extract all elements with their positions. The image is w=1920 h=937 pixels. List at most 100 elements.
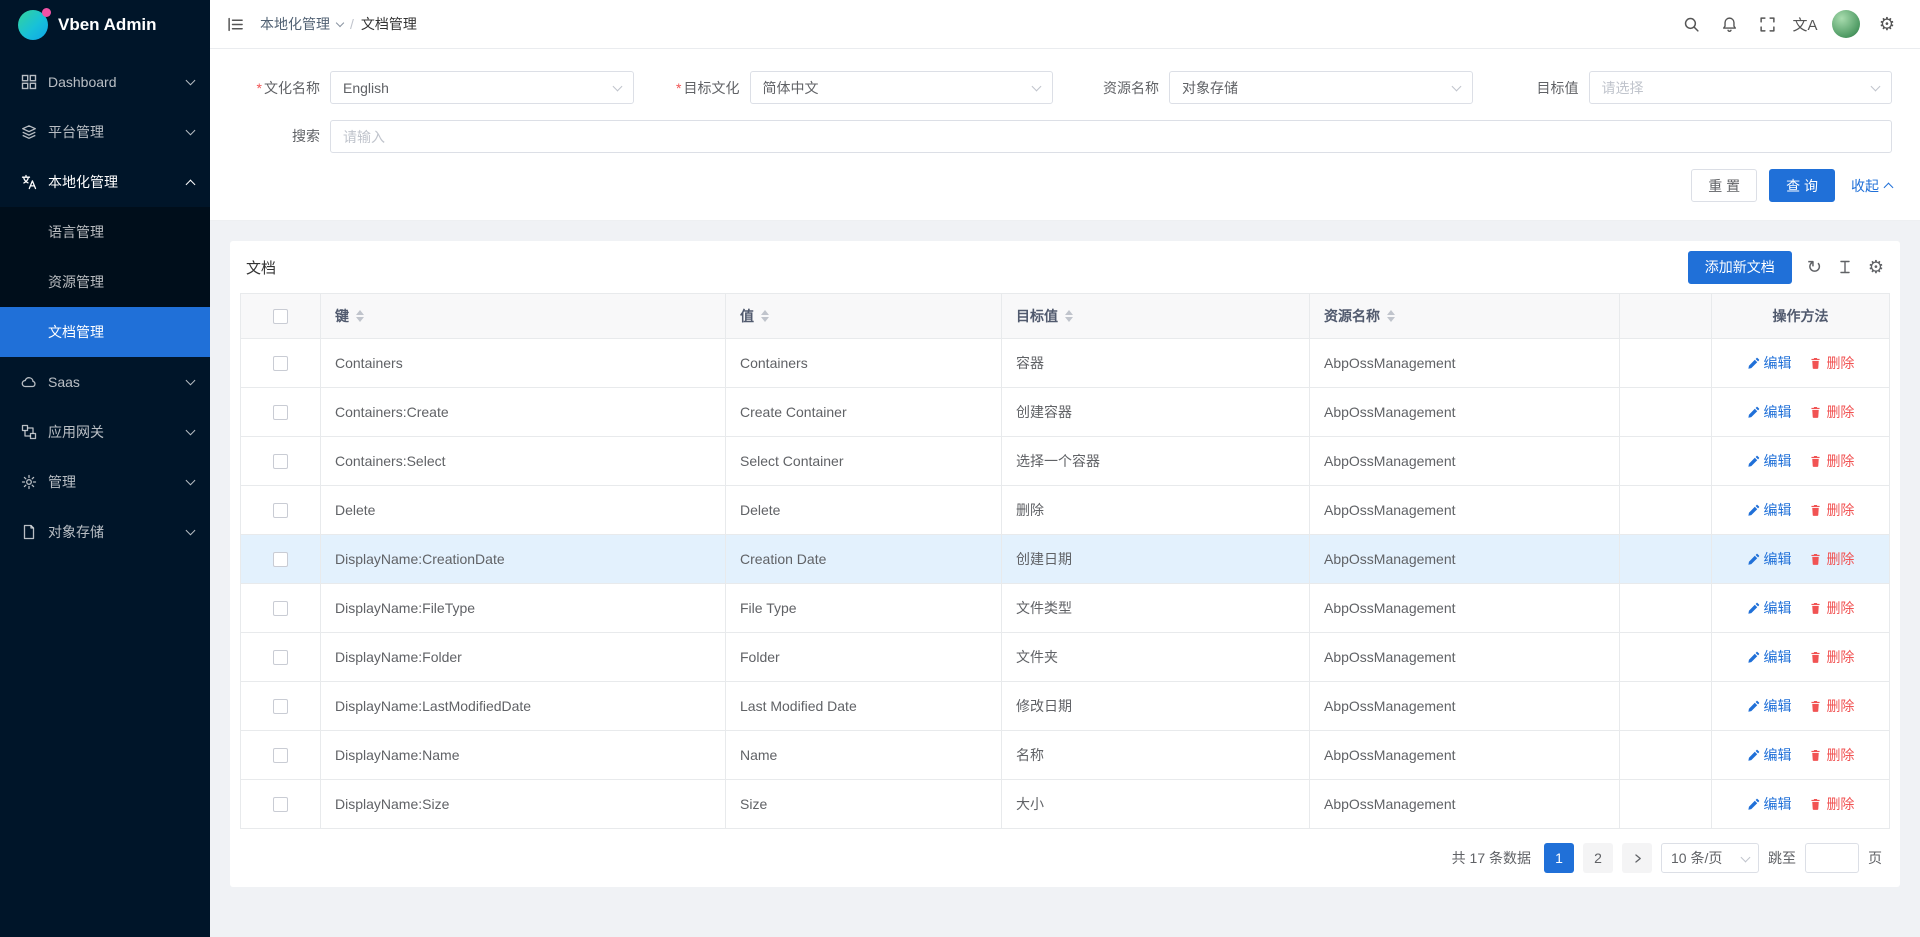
cell-value: Create Container — [740, 404, 847, 420]
add-document-button[interactable]: 添加新文档 — [1688, 251, 1792, 284]
page-1-button[interactable]: 1 — [1544, 843, 1574, 873]
table-row[interactable]: DisplayName:LastModifiedDate Last Modifi… — [241, 682, 1890, 731]
delete-button[interactable]: 删除 — [1809, 451, 1854, 471]
sort-carets[interactable] — [1065, 310, 1073, 322]
table-settings-gear-icon[interactable]: ⚙ — [1868, 258, 1884, 276]
row-checkbox[interactable] — [273, 601, 288, 616]
gear-icon[interactable]: ⚙ — [1870, 7, 1904, 41]
delete-button[interactable]: 删除 — [1809, 745, 1854, 765]
sidebar-item-dashboard[interactable]: Dashboard — [0, 57, 210, 107]
delete-button[interactable]: 删除 — [1809, 696, 1854, 716]
edit-button[interactable]: 编辑 — [1747, 500, 1792, 520]
delete-button[interactable]: 删除 — [1809, 549, 1854, 569]
breadcrumb-parent[interactable]: 本地化管理 — [260, 14, 330, 34]
target-value-select[interactable]: 请选择 — [1589, 71, 1893, 104]
row-checkbox[interactable] — [273, 748, 288, 763]
row-checkbox[interactable] — [273, 797, 288, 812]
search-input[interactable] — [330, 120, 1892, 153]
spacer-cell — [1620, 731, 1712, 780]
pencil-icon — [1747, 553, 1760, 566]
jump-to-page-input[interactable] — [1805, 843, 1859, 873]
delete-button[interactable]: 删除 — [1809, 353, 1854, 373]
row-checkbox[interactable] — [273, 405, 288, 420]
edit-button[interactable]: 编辑 — [1747, 794, 1792, 814]
table-row[interactable]: Containers:Create Create Container 创建容器 … — [241, 388, 1890, 437]
sidebar-item-management[interactable]: 管理 — [0, 457, 210, 507]
sidebar-item-document-management[interactable]: 文档管理 — [0, 307, 210, 357]
fullscreen-icon[interactable] — [1750, 7, 1784, 41]
notification-bell-icon[interactable] — [1712, 7, 1746, 41]
query-button[interactable]: 查 询 — [1769, 169, 1835, 202]
chevron-down-icon — [186, 425, 196, 435]
target-culture-field: *目标文化 简体中文 — [658, 71, 1054, 104]
table-row[interactable]: DisplayName:Name Name 名称 AbpOssManagemen… — [241, 731, 1890, 780]
search-label: 搜索 — [238, 120, 330, 153]
row-checkbox[interactable] — [273, 650, 288, 665]
sort-carets[interactable] — [356, 310, 364, 322]
sort-carets[interactable] — [1387, 310, 1395, 322]
i-beam-icon[interactable] — [1837, 259, 1853, 275]
table-row[interactable]: Delete Delete 删除 AbpOssManagement 编辑 删除 — [241, 486, 1890, 535]
next-page-button[interactable] — [1622, 843, 1652, 873]
avatar[interactable] — [1832, 10, 1860, 38]
culture-name-select[interactable]: English — [330, 71, 634, 104]
delete-button[interactable]: 删除 — [1809, 647, 1854, 667]
resource-name-field: 资源名称 对象存储 — [1077, 71, 1473, 104]
sidebar-item-resource-management[interactable]: 资源管理 — [0, 257, 210, 307]
row-checkbox[interactable] — [273, 356, 288, 371]
sidebar-item-platform[interactable]: 平台管理 — [0, 107, 210, 157]
table-row[interactable]: Containers Containers 容器 AbpOssManagemen… — [241, 339, 1890, 388]
edit-button[interactable]: 编辑 — [1747, 745, 1792, 765]
gateway-icon — [20, 424, 37, 441]
jump-to-label: 跳至 — [1768, 848, 1796, 868]
edit-button[interactable]: 编辑 — [1747, 696, 1792, 716]
edit-button[interactable]: 编辑 — [1747, 598, 1792, 618]
reset-button[interactable]: 重 置 — [1691, 169, 1757, 202]
delete-button[interactable]: 删除 — [1809, 402, 1854, 422]
chevron-down-icon — [186, 475, 196, 485]
page-2-button[interactable]: 2 — [1583, 843, 1613, 873]
table-body: Containers Containers 容器 AbpOssManagemen… — [241, 339, 1890, 829]
row-checkbox[interactable] — [273, 699, 288, 714]
table-row[interactable]: DisplayName:Folder Folder 文件夹 AbpOssMana… — [241, 633, 1890, 682]
chevron-up-icon — [1884, 183, 1894, 193]
edit-button[interactable]: 编辑 — [1747, 402, 1792, 422]
delete-button[interactable]: 删除 — [1809, 598, 1854, 618]
resource-name-select[interactable]: 对象存储 — [1169, 71, 1473, 104]
row-checkbox[interactable] — [273, 503, 288, 518]
sidebar-item-saas[interactable]: Saas — [0, 357, 210, 407]
edit-button[interactable]: 编辑 — [1747, 353, 1792, 373]
sidebar-item-language-management[interactable]: 语言管理 — [0, 207, 210, 257]
delete-button[interactable]: 删除 — [1809, 794, 1854, 814]
delete-button[interactable]: 删除 — [1809, 500, 1854, 520]
chevron-down-icon — [186, 125, 196, 135]
sidebar-item-object-storage[interactable]: 对象存储 — [0, 507, 210, 557]
cell-value: Size — [740, 796, 767, 812]
edit-button[interactable]: 编辑 — [1747, 647, 1792, 667]
row-checkbox[interactable] — [273, 552, 288, 567]
collapse-toggle[interactable]: 收起 — [1851, 176, 1892, 196]
cell-target-value: 选择一个容器 — [1016, 453, 1100, 469]
refresh-icon[interactable]: ↻ — [1807, 258, 1822, 276]
table-row[interactable]: DisplayName:FileType File Type 文件类型 AbpO… — [241, 584, 1890, 633]
sidebar-item-label: 文档管理 — [48, 322, 194, 342]
page-size-select[interactable]: 10 条/页 — [1661, 843, 1759, 873]
trash-icon — [1809, 455, 1822, 468]
breadcrumb-separator: / — [350, 16, 354, 32]
search-icon[interactable] — [1674, 7, 1708, 41]
table-row[interactable]: Containers:Select Select Container 选择一个容… — [241, 437, 1890, 486]
sort-carets[interactable] — [761, 310, 769, 322]
translate-icon[interactable]: 文A — [1788, 7, 1822, 41]
app-logo[interactable]: Vben Admin — [0, 0, 210, 49]
row-checkbox[interactable] — [273, 454, 288, 469]
collapse-label: 收起 — [1851, 176, 1879, 196]
select-all-checkbox[interactable] — [273, 309, 288, 324]
sidebar-item-gateway[interactable]: 应用网关 — [0, 407, 210, 457]
target-culture-select[interactable]: 简体中文 — [750, 71, 1054, 104]
table-row[interactable]: DisplayName:CreationDate Creation Date 创… — [241, 535, 1890, 584]
edit-button[interactable]: 编辑 — [1747, 451, 1792, 471]
edit-button[interactable]: 编辑 — [1747, 549, 1792, 569]
table-row[interactable]: DisplayName:Size Size 大小 AbpOssManagemen… — [241, 780, 1890, 829]
sidebar-collapse-icon[interactable] — [218, 7, 252, 41]
sidebar-item-localization[interactable]: 本地化管理 — [0, 157, 210, 207]
